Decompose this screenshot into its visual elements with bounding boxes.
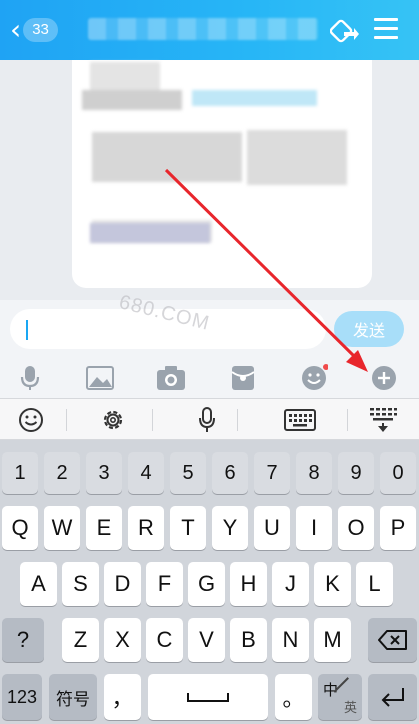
blurred-content	[82, 90, 182, 110]
key-u[interactable]: U	[254, 506, 290, 550]
plus-icon[interactable]	[368, 363, 400, 393]
key-k[interactable]: K	[314, 562, 351, 606]
key-n[interactable]: N	[272, 618, 309, 662]
key-o[interactable]: O	[338, 506, 374, 550]
key-7[interactable]: 7	[254, 452, 290, 494]
key-t[interactable]: T	[170, 506, 206, 550]
key-i[interactable]: I	[296, 506, 332, 550]
key-3[interactable]: 3	[86, 452, 122, 494]
key-s[interactable]: S	[62, 562, 99, 606]
key-f[interactable]: F	[146, 562, 183, 606]
key-y[interactable]: Y	[212, 506, 248, 550]
microphone-icon[interactable]	[14, 363, 46, 393]
blurred-content	[90, 223, 210, 243]
image-icon[interactable]	[84, 363, 116, 393]
key-m[interactable]: M	[314, 618, 351, 662]
key-g[interactable]: G	[188, 562, 225, 606]
key-l[interactable]: L	[356, 562, 393, 606]
blurred-content	[247, 130, 347, 185]
key-b[interactable]: B	[230, 618, 267, 662]
key-z[interactable]: Z	[62, 618, 99, 662]
key-d[interactable]: D	[104, 562, 141, 606]
collapse-keyboard-icon[interactable]	[367, 405, 399, 435]
send-button[interactable]: 发送	[334, 311, 404, 347]
settings-gear-icon[interactable]	[98, 405, 128, 435]
key-6[interactable]: 6	[212, 452, 248, 494]
chat-toolbar	[0, 358, 419, 398]
chat-header: ‹ 33	[0, 0, 419, 60]
lang-english-label: 英	[343, 700, 357, 715]
message-bubble	[72, 60, 372, 288]
unread-count-badge: 33	[23, 18, 58, 42]
emoji-icon[interactable]	[16, 405, 46, 435]
key-question[interactable]: ?	[2, 618, 44, 662]
key-2[interactable]: 2	[44, 452, 80, 494]
keyboard: 1 2 3 4 5 6 7 8 9 0 Q W E R T Y U I O P …	[0, 440, 419, 724]
text-caret	[26, 320, 28, 340]
blurred-link	[192, 90, 317, 106]
key-8[interactable]: 8	[296, 452, 332, 494]
microphone-icon[interactable]	[193, 405, 221, 435]
enter-key[interactable]	[368, 674, 417, 720]
back-button[interactable]: ‹ 33	[10, 16, 58, 44]
symbols-key[interactable]: 符号	[49, 674, 97, 720]
emoji-icon[interactable]	[298, 363, 330, 393]
comma-key[interactable]: ，	[104, 674, 141, 720]
key-5[interactable]: 5	[170, 452, 206, 494]
chat-area	[0, 60, 419, 300]
chevron-left-icon: ‹	[10, 13, 22, 46]
key-j[interactable]: J	[272, 562, 309, 606]
key-q[interactable]: Q	[2, 506, 38, 550]
camera-icon[interactable]	[155, 363, 187, 393]
backspace-icon	[377, 630, 407, 650]
red-packet-icon[interactable]	[227, 363, 259, 393]
key-r[interactable]: R	[128, 506, 164, 550]
key-w[interactable]: W	[44, 506, 80, 550]
input-bar: 发送	[0, 300, 419, 358]
key-1[interactable]: 1	[2, 452, 38, 494]
key-c[interactable]: C	[146, 618, 183, 662]
key-p[interactable]: P	[380, 506, 416, 550]
enter-icon	[381, 688, 404, 707]
key-e[interactable]: E	[86, 506, 122, 550]
period-key[interactable]: 。	[275, 674, 312, 720]
key-a[interactable]: A	[20, 562, 57, 606]
key-9[interactable]: 9	[338, 452, 374, 494]
num-switch-key[interactable]: 123	[2, 674, 42, 720]
chat-title-blurred	[88, 18, 318, 40]
backspace-key[interactable]	[368, 618, 417, 662]
space-key[interactable]	[148, 674, 268, 720]
divider	[237, 409, 238, 431]
key-h[interactable]: H	[230, 562, 267, 606]
space-icon	[187, 693, 229, 702]
divider	[66, 409, 67, 431]
key-v[interactable]: V	[188, 618, 225, 662]
key-0[interactable]: 0	[380, 452, 416, 494]
key-4[interactable]: 4	[128, 452, 164, 494]
language-switch-key[interactable]: 中 英	[318, 674, 362, 720]
blurred-content	[92, 132, 242, 182]
keyboard-icon[interactable]	[283, 405, 317, 435]
keyboard-toolbar	[0, 398, 419, 440]
divider	[347, 409, 348, 431]
divider	[152, 409, 153, 431]
share-icon[interactable]	[329, 16, 360, 44]
key-x[interactable]: X	[104, 618, 141, 662]
menu-icon[interactable]	[374, 18, 398, 40]
